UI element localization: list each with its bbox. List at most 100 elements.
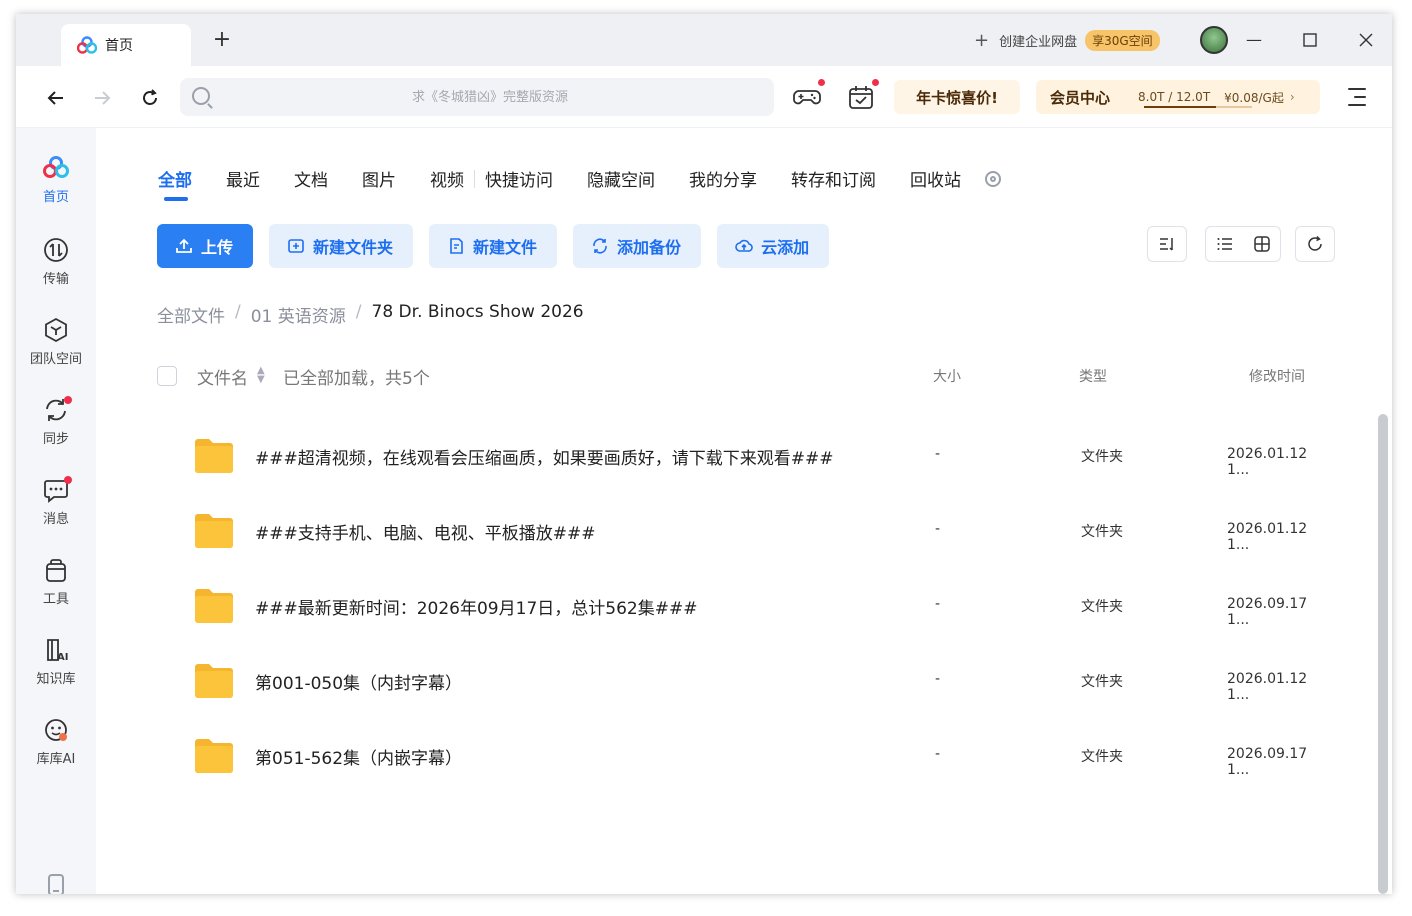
file-size: - — [935, 521, 941, 537]
tab-recent[interactable]: 最近 — [226, 166, 260, 191]
notification-dot — [871, 78, 880, 87]
add-backup-label: 添加备份 — [617, 238, 682, 257]
user-avatar[interactable] — [1200, 26, 1228, 54]
sidebar-item-tools[interactable]: 工具 — [16, 556, 96, 618]
scrollbar[interactable] — [1378, 414, 1388, 894]
storage-quota-bar — [1144, 106, 1252, 108]
price-label: ¥0.08/G起 — [1224, 90, 1284, 105]
sidebar-item-label: 库库AI — [36, 752, 76, 767]
breadcrumb-parent[interactable]: 01 英语资源 — [251, 302, 346, 327]
file-name[interactable]: ###支持手机、电脑、电视、平板播放### — [255, 519, 595, 544]
select-all-checkbox[interactable] — [157, 366, 177, 386]
tab-my-shares[interactable]: 我的分享 — [689, 166, 757, 191]
sidebar-item-transfer[interactable]: 传输 — [16, 236, 96, 298]
new-file-button[interactable]: 新建文件 — [429, 224, 558, 268]
cloud-upload-icon — [735, 239, 753, 252]
file-name[interactable]: ###超清视频，在线观看会压缩画质，如果要画质好，请下载下来观看### — [255, 444, 833, 469]
refresh-list-button[interactable] — [1295, 226, 1335, 262]
mobile-device-icon[interactable] — [48, 874, 64, 894]
svg-text:AI: AI — [57, 652, 68, 663]
close-button[interactable] — [1354, 28, 1378, 52]
title-bar: 首页 + + 创建企业网盘 享30G空间 — — [16, 14, 1392, 66]
sidebar-item-home[interactable]: 首页 — [16, 154, 96, 216]
vip-center-label: 会员中心 — [1050, 88, 1111, 107]
table-row[interactable]: 第001-050集（内封字幕） - 文件夹 2026.01.12 1... — [157, 647, 1332, 722]
tab-recycle-bin[interactable]: 回收站 — [910, 166, 961, 191]
refresh-icon — [1308, 235, 1322, 251]
gamepad-icon — [793, 90, 821, 105]
chevron-right-icon: › — [1289, 90, 1295, 104]
sort-arrows-icon[interactable]: ▲ ▼ — [257, 366, 265, 385]
search-icon — [192, 87, 210, 105]
sort-button[interactable] — [1147, 226, 1187, 262]
maximize-icon — [1303, 33, 1317, 47]
create-enterprise-label: 创建企业网盘 — [999, 34, 1078, 50]
tab-quick-access[interactable]: 快捷访问 — [485, 166, 553, 191]
column-header-type[interactable]: 类型 — [1079, 366, 1107, 386]
sidebar-item-sync[interactable]: 同步 — [16, 396, 96, 458]
vip-center-button[interactable]: 会员中心 8.0T / 12.0T ¥0.08/G起 › — [1036, 80, 1320, 114]
file-name[interactable]: 第051-562集（内嵌字幕） — [255, 744, 462, 769]
close-icon — [1359, 33, 1373, 47]
list-view-icon[interactable] — [1216, 235, 1234, 253]
kuku-ai-icon — [45, 719, 67, 741]
cloud-add-button[interactable]: 云添加 — [717, 224, 830, 268]
sidebar-item-team-space[interactable]: 团队空间 — [16, 316, 96, 378]
tab-saves-subscriptions[interactable]: 转存和订阅 — [791, 166, 876, 191]
column-header-name[interactable]: 文件名 — [197, 364, 248, 389]
tab-documents[interactable]: 文档 — [294, 166, 328, 191]
table-row[interactable]: 第051-562集（内嵌字幕） - 文件夹 2026.09.17 1... — [157, 722, 1332, 797]
tab-hidden-space[interactable]: 隐藏空间 — [587, 166, 655, 191]
minimize-button[interactable]: — — [1242, 28, 1266, 52]
file-name[interactable]: ###最新更新时间：2026年09月17日，总计562集### — [255, 594, 697, 619]
file-size: - — [935, 596, 941, 612]
sidebar-item-kuku-ai[interactable]: 库库AI — [16, 716, 96, 778]
file-modified: 2026.01.12 1... — [1227, 671, 1308, 703]
annual-card-button[interactable]: 年卡惊喜价! — [894, 80, 1020, 114]
sidebar-item-message[interactable]: 消息 — [16, 476, 96, 538]
add-backup-button[interactable]: 添加备份 — [573, 224, 702, 268]
baidu-pan-logo-icon — [77, 36, 97, 54]
promo-badge: 享30G空间 — [1085, 29, 1160, 51]
upload-label: 上传 — [201, 238, 234, 257]
file-name[interactable]: 第001-050集（内封字幕） — [255, 669, 462, 694]
category-tabs: 全部 最近 文档 图片 视频 快捷访问 隐藏空间 我的分享 转存和订阅 回收站 — [158, 166, 1001, 201]
tab-home[interactable]: 首页 — [61, 24, 191, 66]
table-row[interactable]: ###支持手机、电脑、电视、平板播放### - 文件夹 2026.01.12 1… — [157, 497, 1332, 572]
search-input[interactable] — [220, 78, 760, 116]
maximize-button[interactable] — [1298, 28, 1322, 52]
new-tab-button[interactable]: + — [210, 28, 234, 52]
app-window: 首页 + + 创建企业网盘 享30G空间 — 求《冬城猎凶》完整版资源 年卡惊喜… — [16, 14, 1392, 894]
create-enterprise-button[interactable]: + 创建企业网盘 享30G空间 — [974, 28, 1160, 52]
breadcrumb-root[interactable]: 全部文件 — [157, 302, 225, 327]
column-header-size[interactable]: 大小 — [933, 366, 961, 386]
forward-button[interactable] — [88, 84, 116, 112]
tab-settings-icon[interactable] — [985, 170, 1001, 187]
knowledge-base-icon: AI — [47, 639, 68, 663]
search-bar[interactable] — [180, 78, 774, 116]
new-folder-icon — [288, 239, 304, 253]
menu-icon — [1348, 88, 1366, 90]
checkin-button[interactable] — [846, 78, 880, 112]
new-folder-button[interactable]: 新建文件夹 — [269, 224, 414, 268]
column-header-modified[interactable]: 修改时间 — [1249, 366, 1305, 386]
tab-images[interactable]: 图片 — [362, 166, 396, 191]
grid-view-icon[interactable] — [1253, 235, 1271, 253]
folder-icon — [195, 739, 233, 773]
arrow-left-icon — [47, 91, 63, 105]
sidebar-item-label: 消息 — [42, 512, 69, 527]
main-menu-button[interactable] — [1342, 88, 1366, 108]
upload-button[interactable]: 上传 — [157, 224, 254, 268]
back-button[interactable] — [42, 84, 70, 112]
file-type: 文件夹 — [1081, 449, 1123, 465]
table-row[interactable]: ###超清视频，在线观看会压缩画质，如果要画质好，请下载下来观看### - 文件… — [157, 422, 1332, 497]
refresh-button[interactable] — [136, 84, 164, 112]
new-file-icon — [450, 238, 463, 254]
tab-videos[interactable]: 视频 — [430, 166, 464, 191]
game-button[interactable] — [792, 78, 826, 112]
sidebar-item-knowledge-base[interactable]: AI 知识库 — [16, 636, 96, 698]
tab-all[interactable]: 全部 — [158, 166, 192, 201]
storage-quota: 8.0T / 12.0T — [1138, 90, 1211, 104]
file-list: ###超清视频，在线观看会压缩画质，如果要画质好，请下载下来观看### - 文件… — [157, 422, 1332, 797]
table-row[interactable]: ###最新更新时间：2026年09月17日，总计562集### - 文件夹 20… — [157, 572, 1332, 647]
